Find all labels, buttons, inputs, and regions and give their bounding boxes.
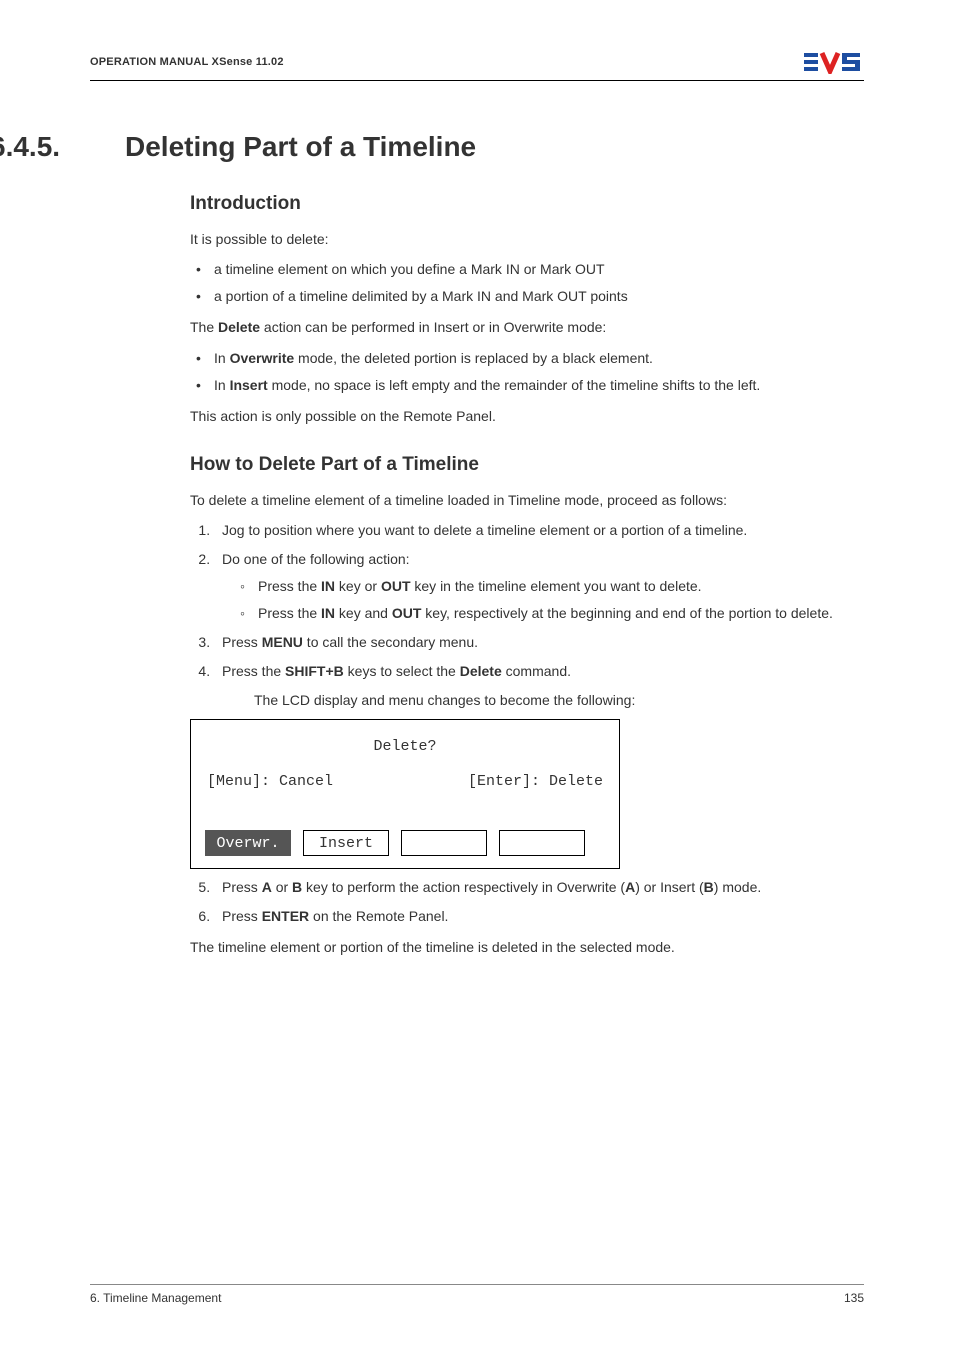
header-title: OPERATION MANUAL XSense 11.02 [90,56,284,68]
steps-list-cont: Press A or B key to perform the action r… [190,877,859,927]
section-title: Deleting Part of a Timeline [125,131,476,163]
lcd-enter-delete: [Enter]: Delete [468,773,603,790]
mode-bullet-list: In Overwrite mode, the deleted portion i… [190,348,859,396]
howto-heading: How to Delete Part of a Timeline [190,454,859,476]
section-heading: 6.4.5. Deleting Part of a Timeline [0,131,864,163]
substep-list: Press the IN key or OUT key in the timel… [222,576,859,624]
step: Press MENU to call the secondary menu. [214,632,859,653]
step: Do one of the following action: Press th… [214,549,859,624]
step-note: The LCD display and menu changes to beco… [254,690,859,711]
step: Press the SHIFT+B keys to select the Del… [214,661,859,711]
lcd-title: Delete? [205,738,605,755]
intro-heading: Introduction [190,193,859,215]
steps-list: Jog to position where you want to delete… [190,520,859,711]
substep: Press the IN key or OUT key in the timel… [234,576,859,597]
step: Press ENTER on the Remote Panel. [214,906,859,927]
footer-chapter: 6. Timeline Management [90,1291,221,1305]
lcd-empty-button[interactable] [499,830,585,856]
page-header: OPERATION MANUAL XSense 11.02 [90,50,864,81]
step: Press A or B key to perform the action r… [214,877,859,898]
howto-lead: To delete a timeline element of a timeli… [190,490,859,510]
lcd-display: Delete? [Menu]: Cancel [Enter]: Delete O… [190,719,620,869]
lcd-empty-button[interactable] [401,830,487,856]
intro-delete-modes: The Delete action can be performed in In… [190,317,859,337]
intro-bullet-list: a timeline element on which you define a… [190,259,859,307]
section-number: 6.4.5. [0,131,125,163]
evs-logo [804,50,864,74]
intro-lead: It is possible to delete: [190,229,859,249]
lcd-overwrite-button[interactable]: Overwr. [205,830,291,856]
mode-bullet: In Insert mode, no space is left empty a… [190,375,859,396]
lcd-insert-button[interactable]: Insert [303,830,389,856]
page-footer: 6. Timeline Management 135 [90,1284,864,1305]
intro-bullet: a portion of a timeline delimited by a M… [190,286,859,307]
intro-remote-note: This action is only possible on the Remo… [190,406,859,426]
footer-page-number: 135 [844,1291,864,1305]
substep: Press the IN key and OUT key, respective… [234,603,859,624]
lcd-prompt-row: [Menu]: Cancel [Enter]: Delete [205,773,605,790]
intro-bullet: a timeline element on which you define a… [190,259,859,280]
step: Jog to position where you want to delete… [214,520,859,541]
lcd-menu-cancel: [Menu]: Cancel [207,773,333,790]
closing-paragraph: The timeline element or portion of the t… [190,937,859,957]
mode-bullet: In Overwrite mode, the deleted portion i… [190,348,859,369]
lcd-button-row: Overwr. Insert [205,830,605,856]
